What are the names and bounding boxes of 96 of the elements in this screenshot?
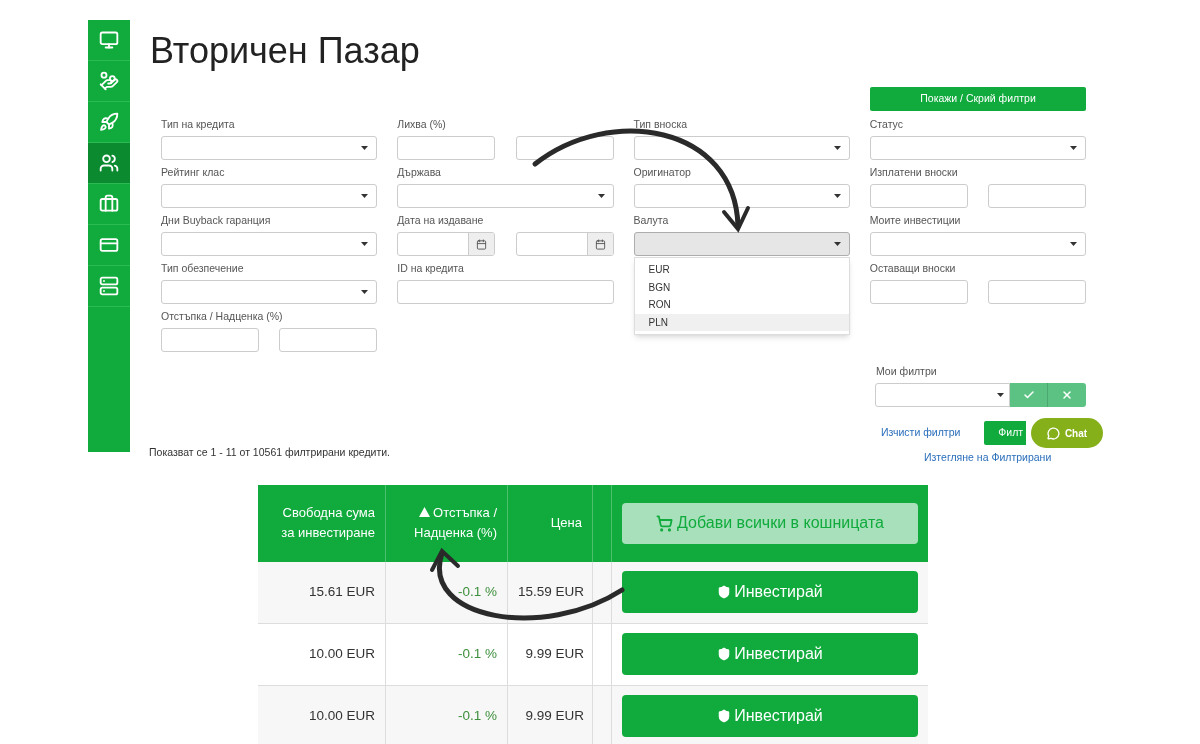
select-field[interactable] [869,232,1086,256]
caret-icon [597,194,605,198]
field-label: Лихва (%) [397,118,447,130]
table-cell-text: -0.1 % [457,644,497,663]
field-label: Тип на кредита [161,118,236,130]
select-field[interactable] [869,136,1086,160]
field-label: Моите инвестиции [869,214,962,226]
shield-icon [717,647,732,661]
field-label: Тип обезпечение [161,262,245,274]
calendar-icon [476,238,488,250]
select-field[interactable] [161,136,378,160]
input-field[interactable] [869,184,968,208]
select-field[interactable] [633,232,850,256]
caret-icon [833,194,841,198]
caret-icon [833,242,841,246]
hand-coins-icon [99,71,119,91]
field-label: Държава [397,166,442,178]
cart-icon [656,514,674,532]
input-field[interactable] [869,280,968,304]
caret-icon [1070,242,1077,246]
date-field[interactable] [515,232,614,256]
field-label: Дни Buyback гаранция [161,214,272,226]
shield-icon [717,709,732,723]
input-field[interactable] [988,280,1086,304]
chat-button[interactable]: Chat [1031,418,1103,448]
download-link[interactable]: Изтегляне на Филтрирани [924,449,1086,466]
table-cell-text: 15.61 EUR [308,582,375,601]
dropdown-option[interactable]: BGN [634,278,849,296]
caret-icon [833,146,841,150]
input-field[interactable] [279,328,378,352]
select-field[interactable] [161,280,378,304]
delete-filter-button[interactable] [1048,382,1086,407]
table-cell-text: 9.99 EUR [525,706,584,725]
field-label: Отстъпка / Надценка (%) [161,310,284,322]
table-cell-text: 10.00 EUR [308,706,375,725]
field-label: Мои филтри [876,364,938,379]
people-icon [99,153,119,173]
input-field[interactable] [397,136,496,160]
table-cell-text: -0.1 % [457,706,497,725]
column-header[interactable]: Цена [508,484,593,562]
date-field[interactable] [397,232,496,256]
chat-bubble-icon [1046,426,1060,440]
sort-ascending-icon [419,507,431,518]
caret-icon [1070,146,1077,150]
filter-button[interactable]: Филт [984,420,1027,445]
monitor-icon [99,30,119,50]
close-icon [1061,388,1073,401]
table-cell-text: 10.00 EUR [308,644,375,663]
select-field[interactable] [875,382,1010,407]
briefcase-icon [99,194,119,214]
select-field[interactable] [397,184,614,208]
page-title: Вторичен Пазар [150,29,421,73]
invest-button[interactable]: Инвестирай [622,633,918,675]
field-label: Оставащи вноски [869,262,957,274]
caret-icon [997,392,1004,397]
select-field[interactable] [633,184,850,208]
column-header[interactable]: Отстъпка / Надценка (%) [386,484,508,562]
clear-filters-link[interactable]: Изчисти филтри [881,424,961,441]
toggle-filters-button[interactable]: Покажи / Скрий филтри [870,87,1086,111]
invest-button[interactable]: Инвестирай [622,695,918,737]
card-icon [99,235,119,255]
column-header[interactable]: Свободна сума за инвестиране [258,484,386,562]
field-label: Рейтинг клас [161,166,226,178]
field-label: Изплатени вноски [869,166,959,178]
input-field[interactable] [515,136,614,160]
caret-icon [361,146,369,150]
invest-button[interactable]: Инвестирай [622,571,918,613]
result-count-text: Показват се 1 - 11 от 10561 филтрирани кредити. [149,444,391,460]
check-icon [1022,388,1035,401]
select-field[interactable] [161,184,378,208]
server-icon [99,276,119,296]
field-label: Оригинатор [633,166,692,178]
table-cell-text: 9.99 EUR [525,644,584,663]
dropdown-option[interactable]: RON [634,296,849,314]
field-label: Статус [869,118,904,130]
field-label: ID на кредита [397,262,465,274]
table-cell-text: 15.59 EUR [517,582,584,601]
field-label: Дата на издаване [397,214,485,226]
caret-icon [361,194,369,198]
calendar-icon [594,238,606,250]
input-field[interactable] [397,280,614,304]
table-cell-text: -0.1 % [457,582,497,601]
field-label: Валута [633,214,670,226]
input-field[interactable] [988,184,1086,208]
select-field[interactable] [633,136,850,160]
caret-icon [361,290,369,294]
dropdown-option[interactable]: PLN [634,313,849,331]
input-field[interactable] [161,328,259,352]
caret-icon [361,242,369,246]
sidebar-item[interactable] [88,143,130,184]
rocket-icon [99,112,119,132]
shield-icon [717,585,732,599]
dropdown-option[interactable]: EUR [634,261,849,279]
field-label: Тип вноска [633,118,689,130]
save-filter-button[interactable] [1010,382,1048,407]
select-field[interactable] [161,232,378,256]
